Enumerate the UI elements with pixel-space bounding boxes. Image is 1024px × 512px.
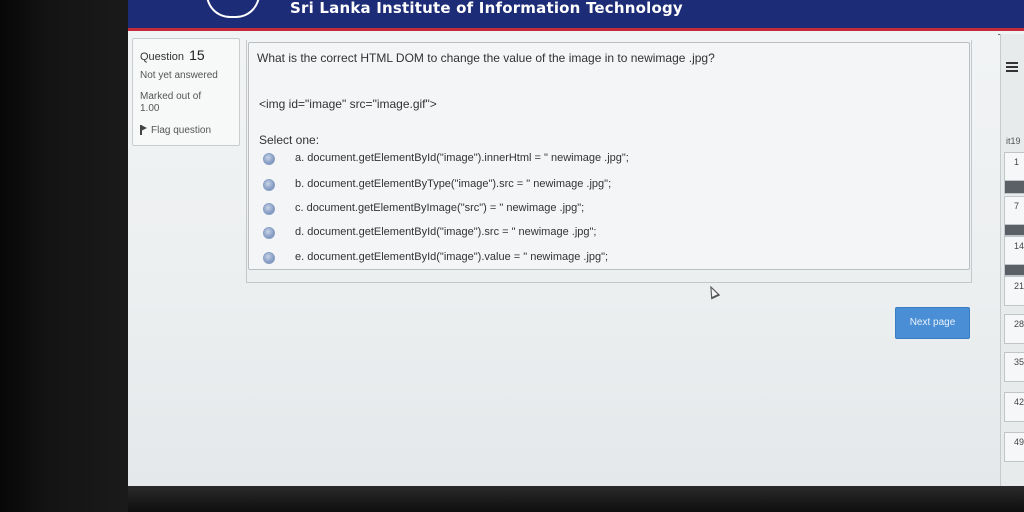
question-label-text: Question: [140, 51, 185, 63]
nav-question-button-filled[interactable]: [1004, 224, 1024, 236]
nav-question-button[interactable]: 7: [1004, 196, 1024, 226]
question-label: Question 15: [140, 47, 205, 63]
nav-question-button[interactable]: 28: [1004, 314, 1024, 344]
flag-question-label: Flag question: [151, 125, 212, 136]
cursor-icon: [705, 283, 721, 300]
flag-icon: [140, 125, 147, 135]
question-info-panel: Question 15 Not yet answered Marked out …: [132, 38, 240, 146]
radio-icon[interactable]: [263, 203, 275, 215]
nav-question-button[interactable]: 42: [1004, 392, 1024, 422]
nav-question-button[interactable]: 14: [1004, 236, 1024, 266]
hamburger-icon[interactable]: [1006, 62, 1018, 74]
answer-option-label: c. document.getElementByImage("src") = "…: [295, 202, 585, 214]
answer-option-label: b. document.getElementByType("image").sr…: [295, 178, 612, 190]
answer-option-label: e. document.getElementById("image").valu…: [295, 251, 609, 263]
nav-question-number: 28: [1014, 319, 1024, 329]
nav-question-button-filled[interactable]: [1004, 180, 1024, 194]
monitor-bezel-left: [0, 0, 128, 512]
institute-logo-icon: [206, 0, 260, 18]
nav-question-number: 35: [1014, 357, 1024, 367]
nav-question-number: 1: [1014, 157, 1020, 167]
nav-question-button[interactable]: 49: [1004, 432, 1024, 462]
site-header: Sri Lanka Institute of Information Techn…: [128, 0, 1024, 31]
flag-question-link[interactable]: Flag question: [140, 125, 211, 136]
question-text: What is the correct HTML DOM to change t…: [257, 51, 715, 65]
nav-question-number: 49: [1014, 437, 1024, 447]
monitor-bezel-bottom: [128, 486, 1024, 512]
nav-question-button-filled[interactable]: [1004, 264, 1024, 276]
nav-question-button[interactable]: 21: [1004, 276, 1024, 306]
radio-icon[interactable]: [263, 227, 275, 239]
nav-question-number: 21: [1014, 281, 1024, 291]
select-one-label: Select one:: [259, 133, 320, 147]
radio-icon[interactable]: [263, 153, 275, 165]
question-code: <img id="image" src="image.gif">: [259, 97, 437, 111]
question-number: 15: [189, 47, 205, 63]
marks-info: Marked out of 1.00: [140, 91, 230, 115]
answer-option-label: a. document.getElementById("image").inne…: [295, 152, 629, 164]
browser-screen: Sri Lanka Institute of Information Techn…: [128, 0, 1024, 488]
radio-icon[interactable]: [263, 179, 275, 191]
nav-question-number: 42: [1014, 397, 1024, 407]
answer-status: Not yet answered: [140, 70, 218, 81]
next-page-button[interactable]: Next page: [895, 307, 970, 339]
nav-question-button[interactable]: 1: [1004, 152, 1024, 182]
answer-option-label: d. document.getElementById("image").src …: [295, 226, 597, 238]
nav-question-button[interactable]: 35: [1004, 352, 1024, 382]
mark-value: 1.00: [140, 103, 160, 114]
marked-out-of-label: Marked out of: [140, 91, 202, 102]
nav-question-number: 7: [1014, 201, 1020, 211]
question-content: What is the correct HTML DOM to change t…: [248, 42, 970, 270]
site-title: Sri Lanka Institute of Information Techn…: [290, 0, 683, 17]
nav-question-number: 14: [1014, 241, 1024, 251]
nav-token: it19: [1006, 136, 1021, 146]
radio-icon[interactable]: [263, 252, 275, 264]
